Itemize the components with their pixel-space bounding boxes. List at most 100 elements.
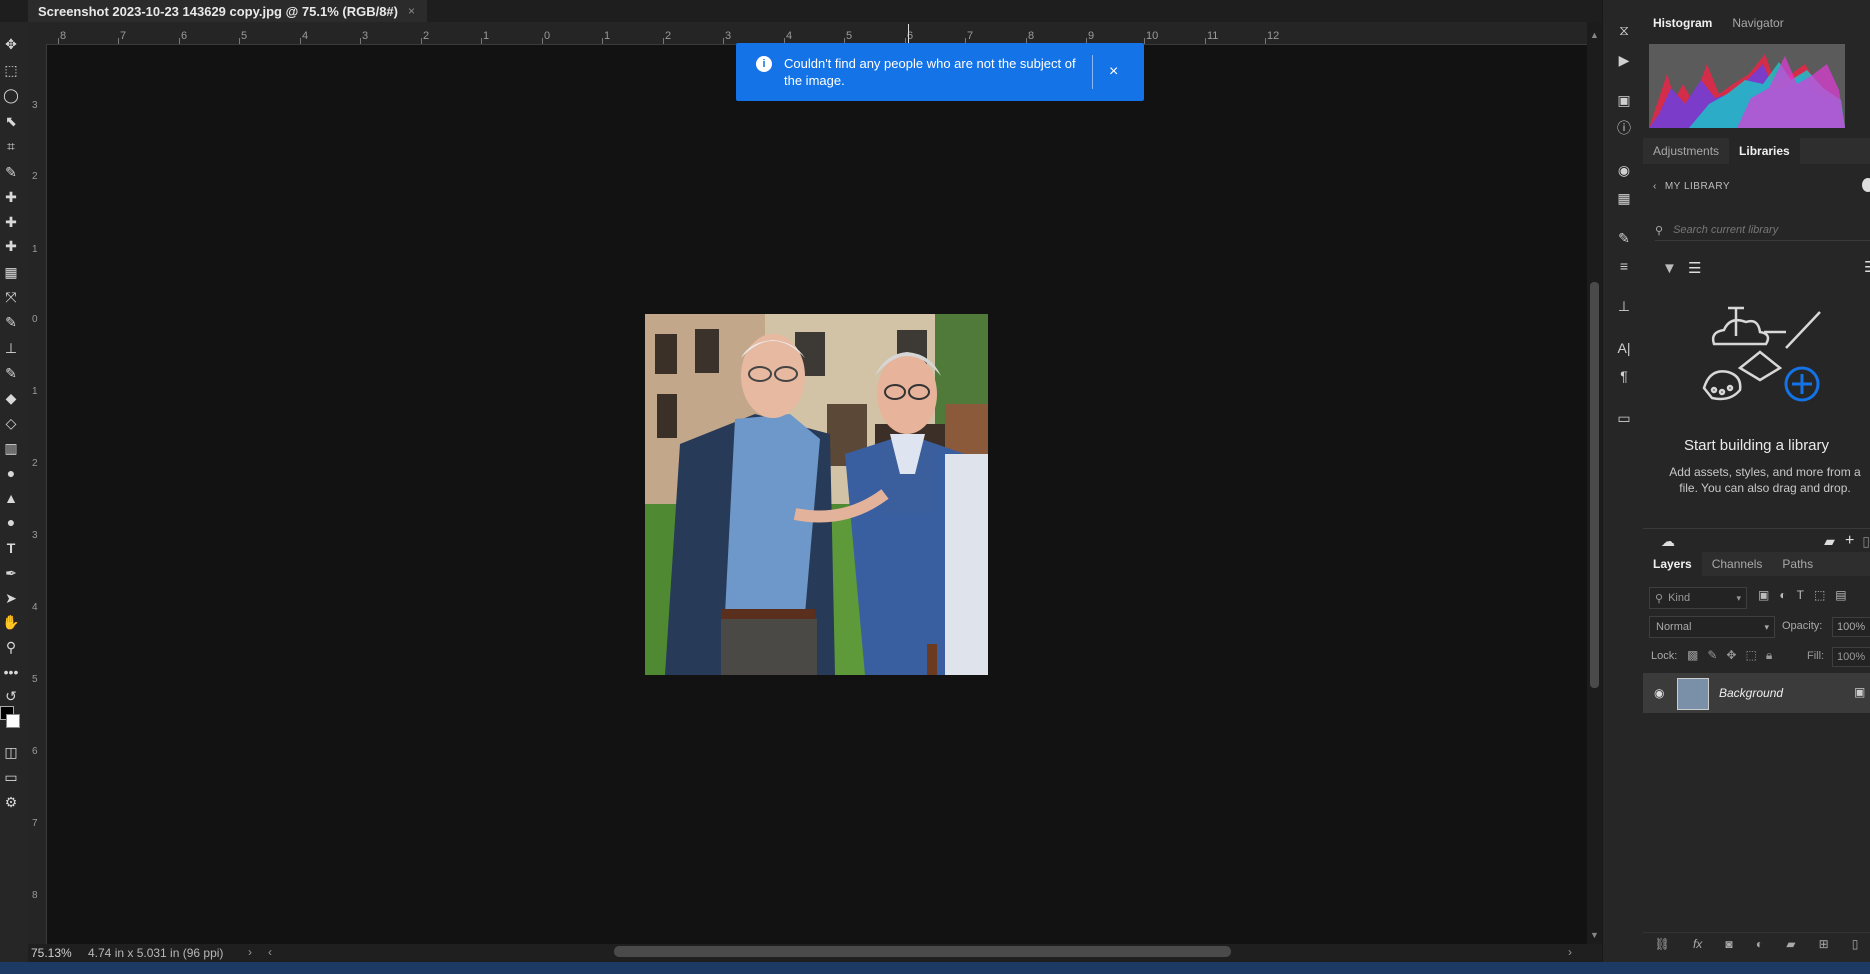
adjustment-layer-filter-icon[interactable]: ◐ (1779, 588, 1786, 602)
healing-brush-tool-icon[interactable]: ✚ (0, 212, 22, 232)
fill-input[interactable]: 100% (1832, 647, 1870, 667)
paragraph-icon[interactable]: ¶ (1614, 366, 1634, 386)
shape-layer-filter-icon[interactable]: ⬚ (1814, 588, 1825, 602)
content-aware-tool-icon[interactable]: ▦ (0, 262, 22, 282)
adjustment-layer-icon[interactable]: ◐ (1756, 937, 1763, 951)
scroll-right-icon[interactable]: › (1568, 945, 1572, 959)
gradient-tool-icon[interactable]: ▥ (0, 438, 22, 458)
layer-lock-icon[interactable]: ▣ (1854, 685, 1865, 699)
notification-close-icon[interactable]: × (1109, 63, 1118, 81)
lock-position-icon[interactable]: ✥ (1726, 648, 1736, 663)
library-empty-description: Add assets, styles, and more from a file… (1669, 465, 1861, 495)
library-cloud-icon[interactable] (1862, 178, 1870, 192)
zoom-level[interactable]: 75.13% (31, 946, 72, 960)
eraser-tool-icon[interactable]: ◆ (0, 388, 22, 408)
swatches-grid-icon[interactable]: ▦ (1614, 188, 1634, 208)
pen-tool-icon[interactable]: ✒ (0, 563, 22, 583)
gradients-icon[interactable]: ▭ (1614, 408, 1634, 428)
lock-image-pixels-icon[interactable]: ✎ (1707, 648, 1717, 663)
type-layer-filter-icon[interactable]: T (1797, 588, 1804, 602)
color-palette-icon[interactable]: ◉ (1614, 160, 1634, 180)
document-info[interactable]: 4.74 in x 5.031 in (96 ppi) (88, 946, 223, 960)
tab-paths[interactable]: Paths (1772, 551, 1823, 577)
filter-icon[interactable]: ▼ (1662, 260, 1677, 277)
spot-healing-tool-icon[interactable]: ✚ (0, 187, 22, 207)
quick-mask-icon[interactable]: ◫ (0, 742, 22, 762)
more-tools-icon[interactable]: ••• (0, 662, 22, 682)
eraser-tool-2-icon[interactable]: ◇ (0, 413, 22, 433)
tab-histogram[interactable]: Histogram (1643, 10, 1723, 36)
background-color-swatch[interactable] (6, 714, 20, 728)
brushes-icon[interactable]: ✎ (1614, 228, 1634, 248)
brush-tool-icon[interactable]: ✎ (0, 312, 22, 332)
scroll-down-icon[interactable]: ▼ (1590, 930, 1599, 940)
edit-toolbar-icon[interactable]: ⚙ (0, 792, 22, 812)
crop-tool-icon[interactable]: ⌗ (0, 136, 22, 156)
zoom-tool-icon[interactable]: ⚲ (0, 637, 22, 657)
tab-adjustments[interactable]: Adjustments (1643, 138, 1729, 164)
library-search-field[interactable]: ⚲ Search current library (1655, 220, 1870, 241)
add-mask-icon[interactable]: ◙ (1725, 937, 1732, 951)
layer-kind-filter[interactable]: ⚲ Kind ▾ (1649, 587, 1747, 609)
vertical-scroll-thumb[interactable] (1590, 282, 1599, 688)
pixel-layer-filter-icon[interactable]: ▣ (1758, 588, 1769, 602)
hand-tool-icon[interactable]: ✋ (0, 612, 22, 632)
history-icon[interactable]: ⧖ (1614, 20, 1634, 40)
scroll-up-icon[interactable]: ▲ (1590, 30, 1599, 40)
move-tool-icon[interactable]: ✥ (0, 34, 22, 54)
new-folder-icon[interactable]: ▰ (1824, 533, 1835, 550)
brush-settings-icon[interactable]: ≡ (1614, 256, 1634, 276)
character-icon[interactable]: A| (1614, 338, 1634, 358)
document-tab[interactable]: Screenshot 2023-10-23 143629 copy.jpg @ … (28, 0, 428, 22)
chevron-right-icon[interactable]: › (248, 945, 252, 959)
screen-mode-icon[interactable]: ▭ (0, 767, 22, 787)
swap-colors-icon[interactable]: ↺ (0, 686, 22, 706)
properties-icon[interactable]: ▣ (1614, 90, 1634, 110)
layer-row-background[interactable]: ◉ Background ▣ (1643, 673, 1870, 713)
object-selection-tool-icon[interactable]: ⬉ (0, 111, 22, 131)
link-layers-icon[interactable]: ⛓ (1655, 937, 1670, 951)
lock-transparency-icon[interactable]: ▩ (1687, 648, 1698, 663)
horizontal-scroll-thumb[interactable] (614, 946, 1231, 957)
tab-libraries[interactable]: Libraries (1729, 138, 1800, 164)
clone-stamp-tool-icon[interactable]: ⊥ (0, 338, 22, 358)
patch-tool-icon[interactable]: ✚ (0, 236, 22, 256)
clone-source-icon[interactable]: ⊥ (1614, 296, 1634, 316)
document-tab-close-icon[interactable]: × (408, 4, 415, 18)
layer-visibility-eye-icon[interactable]: ◉ (1654, 686, 1664, 700)
document-image[interactable] (645, 314, 988, 675)
new-group-icon[interactable]: ▰ (1786, 937, 1795, 951)
scroll-left-icon[interactable]: ‹ (268, 945, 272, 959)
delete-layer-icon[interactable]: ▯ (1852, 937, 1859, 951)
opacity-input[interactable]: 100% (1832, 617, 1870, 637)
tab-channels[interactable]: Channels (1702, 551, 1773, 577)
marquee-tool-icon[interactable]: ⬚ (0, 60, 22, 80)
dodge-tool-icon[interactable]: ▲ (0, 488, 22, 508)
layer-name[interactable]: Background (1719, 686, 1783, 700)
cloud-icon[interactable]: ☁ (1661, 533, 1675, 550)
smart-object-filter-icon[interactable]: ▤ (1835, 588, 1846, 602)
lasso-tool-icon[interactable]: ◯ (0, 85, 22, 105)
lock-all-icon[interactable]: 🔒︎ (1766, 648, 1772, 663)
type-tool-icon[interactable]: T (0, 538, 22, 558)
blur-tool-icon[interactable]: ● (0, 463, 22, 483)
library-list-view-icon[interactable]: ☰ (1864, 258, 1870, 276)
ellipse-tool-icon[interactable]: ● (0, 512, 22, 532)
lock-artboard-icon[interactable]: ⬚ (1745, 648, 1756, 663)
actions-play-icon[interactable]: ▶ (1614, 50, 1634, 70)
add-icon[interactable]: + (1845, 532, 1854, 550)
layer-style-fx-icon[interactable]: fx (1693, 937, 1702, 951)
new-layer-icon[interactable]: ⊞ (1819, 937, 1829, 951)
red-eye-tool-icon[interactable]: ⤧ (0, 287, 22, 307)
path-selection-tool-icon[interactable]: ➤ (0, 588, 22, 608)
eyedropper-tool-icon[interactable]: ✎ (0, 162, 22, 182)
info-panel-icon[interactable]: ⓘ (1614, 118, 1634, 138)
tab-layers[interactable]: Layers (1643, 551, 1702, 577)
library-back-link[interactable]: ‹ MY LIBRARY (1653, 181, 1730, 192)
history-brush-tool-icon[interactable]: ✎ (0, 363, 22, 383)
tab-navigator[interactable]: Navigator (1722, 10, 1793, 36)
sort-icon[interactable]: ☰ (1688, 259, 1701, 277)
trash-icon[interactable]: ▯ (1862, 533, 1870, 550)
blend-mode-select[interactable]: Normal ▾ (1649, 616, 1775, 638)
library-empty-illustration-icon (1700, 302, 1830, 417)
